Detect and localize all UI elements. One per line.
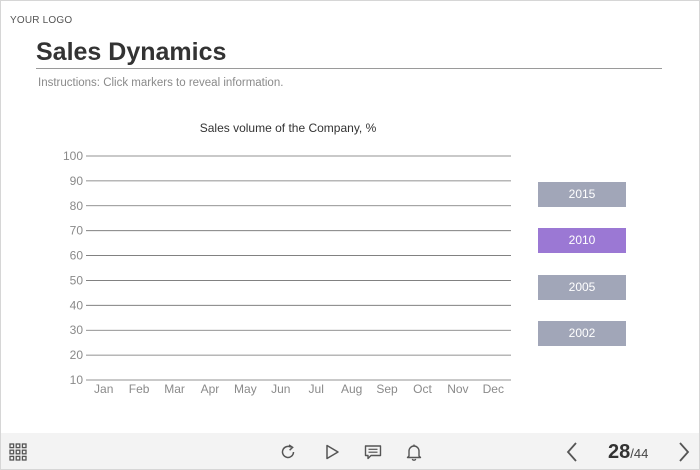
replay-icon[interactable] [279, 443, 297, 461]
prev-arrow-icon[interactable] [565, 441, 579, 463]
y-tick-label: 50 [70, 273, 84, 287]
x-tick-label: May [234, 382, 257, 396]
year-button-2002[interactable]: 2002 [538, 321, 626, 346]
y-tick-label: 90 [70, 174, 84, 188]
x-tick-label: Feb [129, 382, 150, 396]
y-tick-label: 100 [63, 149, 83, 163]
year-button-2015[interactable]: 2015 [538, 182, 626, 207]
bell-icon[interactable] [405, 443, 423, 461]
comment-icon[interactable] [364, 443, 382, 461]
x-tick-label: Dec [483, 382, 504, 396]
next-arrow-icon[interactable] [677, 441, 691, 463]
y-tick-label: 80 [70, 199, 84, 213]
instructions-text: Instructions: Click markers to reveal in… [38, 77, 284, 89]
x-tick-label: Apr [201, 382, 220, 396]
x-tick-label: Nov [447, 382, 468, 396]
current-page: 28 [608, 441, 631, 463]
logo: YOUR LOGO [10, 15, 73, 26]
y-tick-label: 70 [70, 224, 84, 238]
menu-grid-icon[interactable] [9, 443, 27, 461]
x-tick-label: Mar [164, 382, 185, 396]
y-tick-label: 30 [70, 323, 84, 337]
year-button-2005[interactable]: 2005 [538, 275, 626, 300]
x-tick-label: Jul [309, 382, 324, 396]
x-tick-label: Aug [341, 382, 362, 396]
x-tick-label: Jun [271, 382, 290, 396]
y-tick-label: 60 [70, 249, 84, 263]
y-tick-label: 40 [70, 298, 84, 312]
year-button-2010[interactable]: 2010 [538, 228, 626, 253]
total-pages: 44 [633, 446, 649, 461]
page-title: Sales Dynamics [36, 38, 227, 66]
title-divider [36, 68, 662, 69]
x-tick-label: Jan [94, 382, 113, 396]
sales-chart: 100 90 80 70 60 50 40 30 20 10 Jan Feb Mar Apr May Jun J… [63, 149, 511, 396]
x-tick-label: Sep [376, 382, 398, 396]
y-tick-label: 10 [70, 373, 84, 387]
y-tick-label: 20 [70, 348, 84, 362]
page-counter: 28/44 [608, 441, 648, 463]
x-tick-label: Oct [413, 382, 432, 396]
play-icon[interactable] [323, 443, 341, 461]
player-toolbar [1, 433, 699, 469]
chart-title: Sales volume of the Company, % [199, 121, 377, 135]
